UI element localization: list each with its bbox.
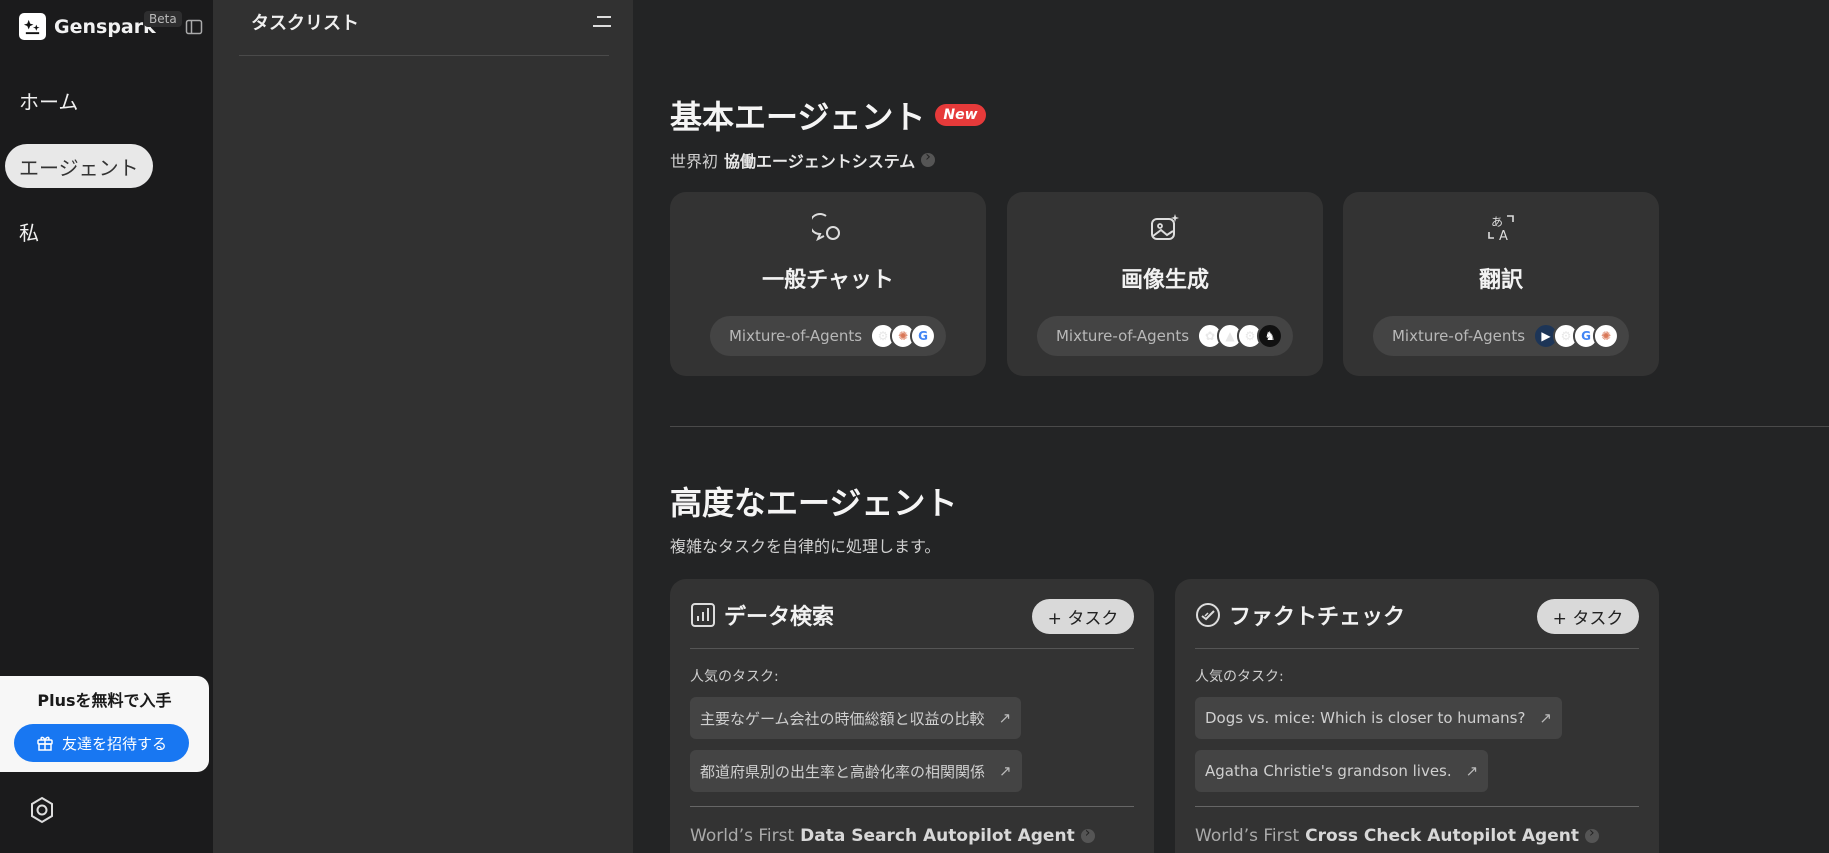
- arrow-right-icon: [1080, 825, 1095, 843]
- autopilot-link[interactable]: World’s First Data Search Autopilot Agen…: [690, 825, 1095, 846]
- new-badge: New: [935, 104, 986, 126]
- card-divider: [1195, 648, 1639, 649]
- popular-task-chip[interactable]: 主要なゲーム会社の時価総額と収益の比較 ↗: [690, 697, 1022, 739]
- card-divider: [690, 648, 1134, 649]
- popular-tasks-label: 人気のタスク:: [690, 669, 779, 685]
- bar-chart-icon: [690, 602, 716, 628]
- footer-bold: Cross Check Autopilot Agent: [1305, 826, 1579, 846]
- moa-label: Mixture-of-Agents: [1055, 327, 1190, 345]
- agent-title: 画像生成: [1120, 268, 1209, 293]
- basic-agents-heading: 基本エージェント New: [670, 92, 986, 138]
- sidebar-toggle-icon[interactable]: [185, 18, 203, 36]
- gift-icon: [37, 736, 53, 751]
- google-logo-icon: G: [910, 323, 937, 349]
- nav-agents[interactable]: エージェント: [5, 144, 153, 188]
- moa-pill: Mixture-of-Agents ▶ ⚙ G ✺: [1372, 316, 1630, 356]
- sidebar: Genspark Beta ホーム エージェント 私 Plusを無料で入手 友達…: [0, 0, 213, 853]
- task-chip-label: 都道府県別の出生率と高齢化率の相関関係: [700, 762, 986, 781]
- section-divider: [670, 426, 1829, 427]
- genspark-logo-icon: [19, 13, 46, 40]
- settings-icon[interactable]: [28, 796, 56, 824]
- add-task-button[interactable]: + タスク: [1032, 599, 1134, 634]
- popular-tasks-label: 人気のタスク:: [1195, 669, 1284, 685]
- footer-bold: Data Search Autopilot Agent: [800, 826, 1075, 846]
- external-arrow-icon: ↗: [999, 762, 1012, 780]
- image-sparkle-icon: [1149, 212, 1181, 244]
- popular-task-chip[interactable]: Dogs vs. mice: Which is closer to humans…: [1195, 697, 1562, 739]
- moa-label: Mixture-of-Agents: [728, 327, 863, 345]
- agent-card-data-search: データ検索 + タスク 人気のタスク: 主要なゲーム会社の時価総額と収益の比較 ↗…: [670, 579, 1154, 853]
- agent-title: 一般チャット: [762, 268, 894, 293]
- task-chip-label: 主要なゲーム会社の時価総額と収益の比較: [700, 709, 985, 728]
- adv-card-title: データ検索: [724, 605, 835, 630]
- footer-prefix: World’s First: [1195, 826, 1300, 846]
- agent-title: 翻訳: [1478, 268, 1523, 293]
- nav-agents-label: エージェント: [19, 155, 139, 180]
- task-chip-label: Agatha Christie's grandson lives.: [1205, 762, 1452, 780]
- agent-card-image-gen[interactable]: 画像生成 Mixture-of-Agents ✿ ▲ ⚙ ♞: [1007, 192, 1323, 376]
- external-arrow-icon: ↗: [1465, 762, 1479, 780]
- arrow-right-icon: [1584, 825, 1599, 843]
- advanced-agents-subtitle: 複雑なタスクを自律的に処理します。: [670, 537, 941, 556]
- nav-home[interactable]: ホーム: [5, 78, 92, 122]
- nav-me[interactable]: 私: [5, 209, 53, 253]
- invite-friends-button[interactable]: 友達を招待する: [14, 724, 189, 762]
- plus-promo: Plusを無料で入手 友達を招待する: [0, 676, 209, 772]
- task-chip-label: Dogs vs. mice: Which is closer to humans…: [1205, 709, 1526, 727]
- svg-text:あ: あ: [1491, 215, 1503, 229]
- main-content: 基本エージェント New 世界初 協働エージェントシステム 一般チャット Mix…: [633, 0, 1829, 853]
- svg-text:A: A: [1499, 229, 1508, 244]
- subtitle-bold: 協働エージェントシステム: [724, 152, 916, 171]
- advanced-agents-heading: 高度なエージェント: [670, 484, 958, 522]
- agent-card-fact-check: ファクトチェック + タスク 人気のタスク: Dogs vs. mice: Wh…: [1175, 579, 1659, 853]
- task-divider: [239, 55, 609, 56]
- nav-home-label: ホーム: [19, 89, 79, 114]
- moa-pill: Mixture-of-Agents ✿ ▲ ⚙ ♞: [1036, 316, 1294, 356]
- agent-card-translate[interactable]: あA 翻訳 Mixture-of-Agents ▶ ⚙ G ✺: [1343, 192, 1659, 376]
- moa-pill: Mixture-of-Agents ⚙ ✺ G: [709, 316, 947, 356]
- menu-icon[interactable]: [591, 14, 613, 30]
- popular-task-chip[interactable]: 都道府県別の出生率と高齢化率の相関関係 ↗: [690, 750, 1022, 792]
- autopilot-link[interactable]: World’s First Cross Check Autopilot Agen…: [1195, 825, 1599, 846]
- task-list-title: タスクリスト: [251, 13, 359, 34]
- invite-label: 友達を招待する: [61, 734, 167, 753]
- add-task-button[interactable]: + タスク: [1537, 599, 1639, 634]
- beta-badge: Beta: [144, 11, 182, 27]
- popular-task-chip[interactable]: Agatha Christie's grandson lives. ↗: [1195, 750, 1489, 792]
- black-logo-icon: ♞: [1257, 323, 1284, 349]
- brand[interactable]: Genspark: [19, 13, 156, 40]
- basic-agents-title: 基本エージェント: [670, 98, 926, 136]
- card-divider: [1195, 806, 1639, 807]
- task-list-panel: タスクリスト: [213, 0, 633, 853]
- arrow-right-icon: [921, 149, 936, 167]
- external-arrow-icon: ↗: [998, 709, 1012, 727]
- nav-me-label: 私: [19, 220, 39, 245]
- brand-name: Genspark: [54, 15, 156, 38]
- external-arrow-icon: ↗: [1539, 709, 1552, 727]
- chat-bubble-icon: [809, 212, 844, 244]
- claude-logo-icon: ✺: [1593, 323, 1620, 349]
- moa-label: Mixture-of-Agents: [1391, 327, 1526, 345]
- subtitle-prefix: 世界初: [670, 152, 719, 171]
- basic-agents-subtitle[interactable]: 世界初 協働エージェントシステム: [670, 148, 936, 172]
- agent-card-general-chat[interactable]: 一般チャット Mixture-of-Agents ⚙ ✺ G: [670, 192, 986, 376]
- translate-icon: あA: [1485, 212, 1517, 244]
- check-circle-icon: [1195, 602, 1221, 628]
- adv-card-title: ファクトチェック: [1229, 605, 1406, 630]
- card-divider: [690, 806, 1134, 807]
- footer-prefix: World’s First: [690, 826, 795, 846]
- promo-title: Plusを無料で入手: [37, 691, 172, 710]
